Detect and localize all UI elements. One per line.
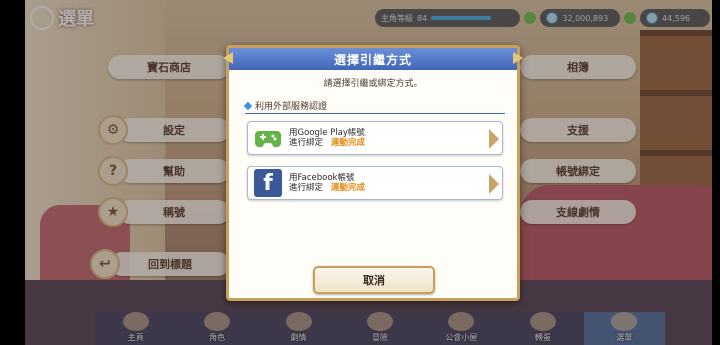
- facebook-icon: f: [254, 169, 282, 197]
- chevron-right-icon: [489, 129, 499, 149]
- google-play-link-button[interactable]: 用Google Play帳號 進行綁定 連動完成: [247, 121, 503, 155]
- google-play-status-badge: 連動完成: [331, 138, 366, 148]
- diamond-bullet-icon: [243, 101, 253, 110]
- facebook-option-action: 進行綁定: [289, 183, 324, 193]
- letterbox-left: [0, 0, 25, 345]
- dialog-subtitle: 請選擇引繼或綁定方式。: [323, 79, 423, 89]
- facebook-link-button[interactable]: f 用Facebook帳號 進行綁定 連動完成: [247, 166, 503, 200]
- google-play-option-action: 進行綁定: [289, 138, 324, 148]
- chevron-right-icon: [489, 174, 499, 194]
- section-header: 利用外部服務認證: [243, 100, 505, 114]
- facebook-option-title: 用Facebook帳號: [289, 173, 355, 183]
- letterbox-right: [712, 0, 720, 345]
- gamepad-icon: [254, 124, 282, 152]
- section-header-text: 利用外部服務認證: [255, 102, 328, 112]
- google-play-option-title: 用Google Play帳號: [289, 128, 365, 138]
- link-method-dialog: 選擇引繼方式 請選擇引繼或綁定方式。 利用外部服務認證 用Google Play…: [226, 45, 520, 301]
- dialog-title: 選擇引繼方式: [229, 48, 517, 70]
- facebook-status-badge: 連動完成: [331, 183, 366, 193]
- cancel-button[interactable]: 取消: [313, 266, 435, 294]
- game-screen: 選單 主角等級 84 32,000,893 44,596 寶石商店 ⚙ 設定 ?…: [0, 0, 720, 345]
